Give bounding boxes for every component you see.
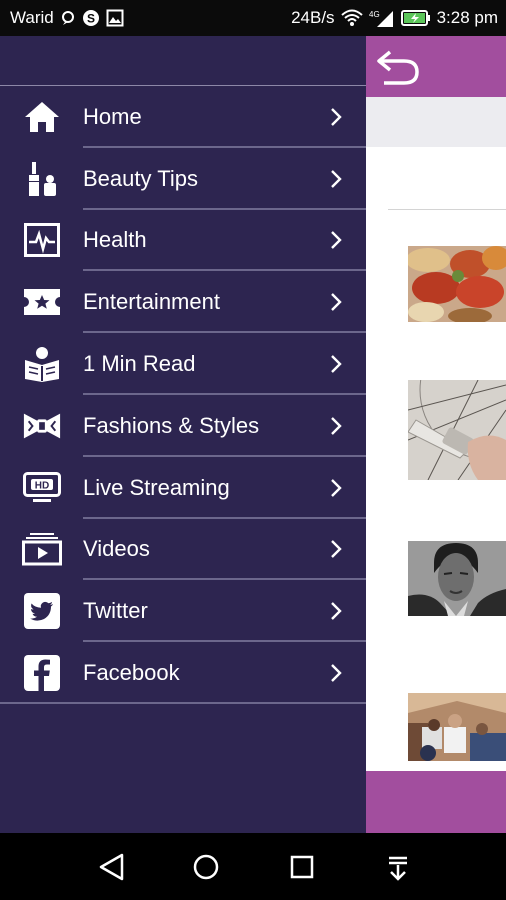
menu-item-twitter[interactable]: Twitter bbox=[0, 580, 366, 642]
menu-item-beauty-tips[interactable]: Beauty Tips bbox=[0, 148, 366, 210]
nav-notification-shade-icon[interactable] bbox=[382, 851, 414, 883]
hd-tv-icon: HD bbox=[22, 468, 62, 508]
menu-item-health[interactable]: Health bbox=[0, 210, 366, 272]
bowtie-icon bbox=[22, 406, 62, 446]
navigation-drawer: Home Beauty Tips Health Entertainment 1 … bbox=[0, 36, 366, 833]
menu-item-1-min-read[interactable]: 1 Min Read bbox=[0, 333, 366, 395]
ticket-icon bbox=[22, 282, 62, 322]
chevron-right-icon bbox=[331, 417, 342, 435]
image-icon bbox=[106, 9, 124, 27]
app-toolbar bbox=[366, 36, 506, 97]
nav-recents-icon[interactable] bbox=[286, 851, 318, 883]
menu-item-facebook[interactable]: Facebook bbox=[0, 642, 366, 704]
twitter-icon bbox=[22, 591, 62, 631]
article-thumbnail-bike[interactable] bbox=[408, 380, 506, 480]
article-thumbnail-tent[interactable] bbox=[408, 693, 506, 761]
svg-text:S: S bbox=[87, 12, 95, 26]
menu-item-label: 1 Min Read bbox=[83, 351, 196, 377]
svg-text:HD: HD bbox=[35, 480, 49, 491]
menu-item-label: Facebook bbox=[83, 660, 180, 686]
menu-item-label: Home bbox=[83, 103, 142, 129]
battery-charging-icon bbox=[400, 10, 430, 26]
menu-item-live-streaming[interactable]: HD Live Streaming bbox=[0, 457, 366, 519]
menu-item-entertainment[interactable]: Entertainment bbox=[0, 271, 366, 333]
skype-icon: S bbox=[82, 10, 99, 26]
bottom-bar bbox=[366, 771, 506, 833]
nav-back-icon[interactable] bbox=[96, 851, 128, 883]
nav-home-icon[interactable] bbox=[190, 851, 222, 883]
back-arrow-icon[interactable] bbox=[374, 48, 420, 86]
menu-item-label: Fashions & Styles bbox=[83, 412, 260, 438]
signal-type-label: 4G bbox=[369, 10, 380, 19]
heart-monitor-icon bbox=[22, 220, 62, 260]
menu-item-label: Entertainment bbox=[83, 289, 220, 315]
status-bar: Warid S 24B/s 4G 3:28 pm bbox=[0, 0, 506, 36]
system-navigation-bar bbox=[0, 833, 506, 900]
video-stack-icon bbox=[22, 529, 62, 569]
carrier-label: Warid bbox=[10, 8, 54, 27]
chevron-right-icon bbox=[331, 293, 342, 312]
article-thumbnail-portrait[interactable] bbox=[408, 541, 506, 616]
chevron-right-icon bbox=[331, 602, 342, 621]
chevron-right-icon bbox=[331, 664, 342, 682]
wifi-icon bbox=[340, 9, 363, 26]
chevron-right-icon bbox=[331, 231, 342, 250]
facebook-icon bbox=[22, 653, 62, 693]
network-speed: 24B/s bbox=[291, 8, 335, 27]
article-thumbnail-food[interactable] bbox=[408, 246, 506, 322]
tab-strip bbox=[366, 97, 506, 147]
lipstick-icon bbox=[22, 159, 62, 199]
drawer-menu: Home Beauty Tips Health Entertainment 1 … bbox=[0, 86, 366, 704]
menu-item-fashions-styles[interactable]: Fashions & Styles bbox=[0, 395, 366, 457]
clock: 3:28 pm bbox=[436, 8, 498, 27]
drawer-header bbox=[0, 36, 366, 86]
chat-icon bbox=[61, 11, 74, 25]
content-divider bbox=[388, 209, 506, 210]
chevron-right-icon bbox=[331, 355, 342, 373]
menu-item-label: Beauty Tips bbox=[83, 165, 198, 191]
menu-item-label: Videos bbox=[83, 536, 150, 562]
signal-icon: 4G bbox=[369, 10, 393, 27]
menu-item-label: Live Streaming bbox=[83, 474, 230, 500]
reading-icon bbox=[22, 344, 62, 384]
chevron-right-icon bbox=[331, 478, 342, 497]
menu-item-home[interactable]: Home bbox=[0, 86, 366, 148]
menu-item-label: Twitter bbox=[83, 598, 148, 624]
main-content bbox=[366, 36, 506, 833]
chevron-right-icon bbox=[331, 540, 342, 559]
home-icon bbox=[22, 97, 62, 137]
chevron-right-icon bbox=[331, 108, 342, 126]
menu-item-videos[interactable]: Videos bbox=[0, 519, 366, 581]
menu-item-label: Health bbox=[83, 227, 147, 253]
chevron-right-icon bbox=[331, 169, 342, 188]
